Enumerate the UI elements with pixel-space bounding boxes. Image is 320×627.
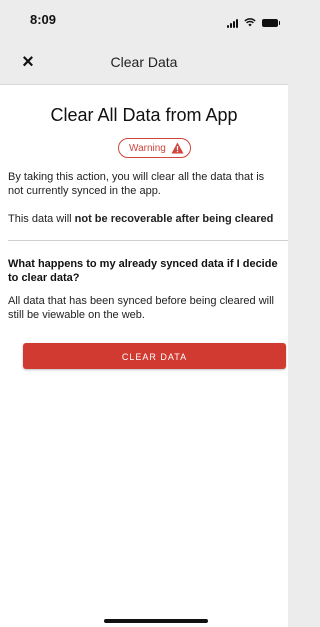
warning-badge: Warning bbox=[118, 138, 191, 158]
home-indicator bbox=[104, 619, 208, 623]
status-bar: 8:09 bbox=[0, 0, 288, 40]
faq-answer: All data that has been synced before bei… bbox=[8, 295, 275, 321]
not-recoverable-text: This data will not be recoverable after … bbox=[8, 212, 282, 226]
nav-bar: × Clear Data bbox=[0, 40, 288, 85]
divider bbox=[8, 240, 288, 241]
not-recoverable-bold: not be recoverable after being cleared bbox=[74, 213, 274, 225]
status-icons bbox=[227, 14, 280, 32]
battery-icon bbox=[262, 19, 280, 27]
wifi-icon bbox=[244, 14, 256, 32]
status-time: 8:09 bbox=[30, 12, 57, 27]
signal-icon bbox=[227, 18, 238, 28]
warning-label: Warning bbox=[129, 142, 166, 154]
page-title: Clear Data bbox=[110, 54, 178, 70]
clear-data-heading: Clear All Data from App bbox=[50, 105, 238, 125]
warning-description: By taking this action, you will clear al… bbox=[8, 171, 265, 197]
faq-question: What happens to my already synced data i… bbox=[8, 258, 278, 284]
warning-icon bbox=[171, 142, 184, 154]
clear-data-button[interactable]: CLEAR DATA bbox=[23, 343, 286, 369]
main-content: Clear All Data from App Warning By takin… bbox=[0, 85, 288, 627]
not-recoverable-prefix: This data will bbox=[8, 213, 75, 225]
